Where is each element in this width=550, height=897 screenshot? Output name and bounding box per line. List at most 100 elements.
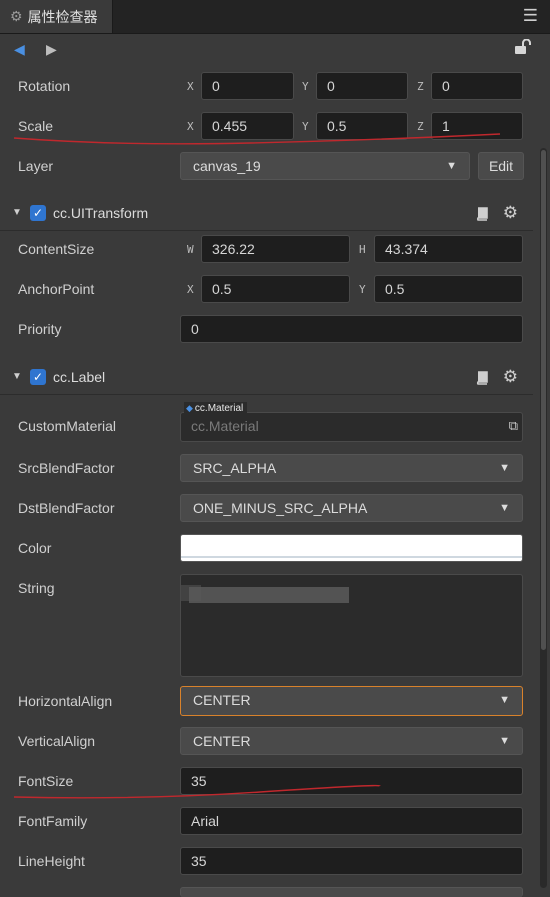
axis-h-label: H bbox=[359, 243, 366, 256]
collapse-triangle-icon[interactable]: ▼ bbox=[12, 207, 22, 218]
anchor-point-label: AnchorPoint bbox=[18, 281, 95, 297]
line-height-input[interactable]: 35 bbox=[180, 847, 523, 875]
line-height-label: LineHeight bbox=[18, 853, 85, 869]
string-textarea[interactable] bbox=[180, 574, 523, 677]
forward-arrow-icon[interactable]: ▶ bbox=[46, 41, 57, 58]
section-title: cc.Label bbox=[53, 369, 106, 385]
custom-material-asset-field[interactable]: cc.Material ⧉ bbox=[180, 412, 523, 442]
layer-row: Layer canvas_19 ▼ Edit bbox=[0, 147, 540, 187]
dst-blend-label: DstBlendFactor bbox=[18, 500, 115, 516]
panel-tab-bar: ⚙ 属性检查器 ☰ bbox=[0, 0, 550, 34]
collapse-triangle-icon[interactable]: ▼ bbox=[12, 371, 22, 382]
help-book-icon[interactable] bbox=[475, 371, 488, 385]
rotation-x-input[interactable]: 0 bbox=[201, 72, 294, 100]
vertical-align-select[interactable]: CENTER ▼ bbox=[180, 727, 523, 755]
axis-z-label: Z bbox=[417, 120, 424, 133]
color-row: Color bbox=[0, 529, 540, 569]
dropdown-arrow-icon: ▼ bbox=[446, 160, 457, 172]
rotation-label: Rotation bbox=[18, 78, 71, 94]
scrollbar-thumb[interactable] bbox=[541, 150, 546, 650]
anchor-point-row: AnchorPoint X 0.5 Y 0.5 bbox=[0, 270, 540, 310]
scale-row: Scale X 0.455 Y 0.5 Z 1 bbox=[0, 107, 540, 147]
string-label: String bbox=[18, 580, 55, 596]
layer-select[interactable]: canvas_19 ▼ bbox=[180, 152, 470, 180]
src-blend-value: SRC_ALPHA bbox=[193, 460, 277, 476]
content-size-h-input[interactable]: 43.374 bbox=[374, 235, 523, 263]
dst-blend-row: DstBlendFactor ONE_MINUS_SRC_ALPHA ▼ bbox=[0, 489, 540, 529]
color-swatch[interactable] bbox=[180, 534, 523, 562]
font-family-input[interactable]: Arial bbox=[180, 807, 523, 835]
history-nav: ◀ ▶ bbox=[0, 34, 550, 64]
vertical-align-label: VerticalAlign bbox=[18, 733, 96, 749]
label-section-header[interactable]: ▼ ✓ cc.Label ⚙ bbox=[0, 362, 533, 395]
horizontal-align-select[interactable]: CENTER ▼ bbox=[180, 686, 523, 716]
layer-label: Layer bbox=[18, 158, 54, 174]
custom-material-label: CustomMaterial bbox=[18, 418, 117, 434]
settings-gear-icon[interactable]: ⚙ bbox=[503, 203, 518, 223]
material-type-label: cc.Material bbox=[194, 403, 244, 414]
asset-type-diamond-icon: ◆ bbox=[186, 403, 193, 413]
panel-title: 属性检查器 bbox=[27, 8, 98, 25]
src-blend-label: SrcBlendFactor bbox=[18, 460, 115, 476]
alpha-bar bbox=[181, 556, 522, 558]
scale-z-input[interactable]: 1 bbox=[431, 112, 523, 140]
help-book-icon[interactable] bbox=[475, 207, 488, 221]
axis-w-label: W bbox=[187, 243, 194, 256]
dropdown-arrow-icon: ▼ bbox=[499, 735, 510, 747]
priority-input[interactable]: 0 bbox=[180, 315, 523, 343]
line-height-row: LineHeight 35 bbox=[0, 842, 540, 882]
settings-gear-icon[interactable]: ⚙ bbox=[503, 367, 518, 387]
enabled-checkbox[interactable]: ✓ bbox=[30, 205, 46, 221]
anchor-x-input[interactable]: 0.5 bbox=[201, 275, 350, 303]
axis-y-label: Y bbox=[302, 80, 309, 93]
rotation-z-input[interactable]: 0 bbox=[431, 72, 523, 100]
axis-x-label: X bbox=[187, 283, 194, 296]
inspector-tab[interactable]: ⚙ 属性检查器 bbox=[0, 0, 113, 33]
layer-value: canvas_19 bbox=[193, 158, 261, 174]
priority-label: Priority bbox=[18, 321, 62, 337]
content-size-label: ContentSize bbox=[18, 241, 95, 257]
redacted-text bbox=[189, 587, 349, 603]
gear-icon: ⚙ bbox=[10, 8, 23, 24]
axis-y-label: Y bbox=[359, 283, 366, 296]
font-size-label: FontSize bbox=[18, 773, 74, 789]
dst-blend-select[interactable]: ONE_MINUS_SRC_ALPHA ▼ bbox=[180, 494, 523, 522]
scale-x-input[interactable]: 0.455 bbox=[201, 112, 294, 140]
asset-locate-icon[interactable]: ⧉ bbox=[509, 413, 518, 439]
next-property-select[interactable] bbox=[180, 887, 523, 897]
color-label: Color bbox=[18, 540, 52, 556]
menu-icon[interactable]: ☰ bbox=[523, 6, 538, 26]
redacted-text bbox=[181, 585, 201, 601]
content-size-w-input[interactable]: 326.22 bbox=[201, 235, 350, 263]
vertical-align-value: CENTER bbox=[193, 733, 251, 749]
rotation-row: Rotation X 0 Y 0 Z 0 bbox=[0, 67, 540, 107]
dropdown-arrow-icon: ▼ bbox=[499, 502, 510, 514]
priority-row: Priority 0 bbox=[0, 310, 540, 350]
horizontal-align-value: CENTER bbox=[193, 692, 251, 708]
material-type-tag: ◆ cc.Material bbox=[184, 402, 248, 415]
src-blend-select[interactable]: SRC_ALPHA ▼ bbox=[180, 454, 523, 482]
horizontal-align-row: HorizontalAlign CENTER ▼ bbox=[0, 682, 540, 722]
dropdown-arrow-icon: ▼ bbox=[499, 462, 510, 474]
scale-y-input[interactable]: 0.5 bbox=[316, 112, 408, 140]
uitransform-section-header[interactable]: ▼ ✓ cc.UITransform ⚙ bbox=[0, 198, 533, 231]
unlock-icon[interactable] bbox=[514, 39, 532, 55]
horizontal-align-label: HorizontalAlign bbox=[18, 693, 113, 709]
font-size-input[interactable]: 35 bbox=[180, 767, 523, 795]
src-blend-row: SrcBlendFactor SRC_ALPHA ▼ bbox=[0, 449, 540, 489]
anchor-y-input[interactable]: 0.5 bbox=[374, 275, 523, 303]
rotation-y-input[interactable]: 0 bbox=[316, 72, 408, 100]
custom-material-placeholder: cc.Material bbox=[191, 418, 259, 434]
scale-label: Scale bbox=[18, 118, 54, 134]
vertical-align-row: VerticalAlign CENTER ▼ bbox=[0, 722, 540, 762]
back-arrow-icon[interactable]: ◀ bbox=[14, 41, 25, 58]
font-family-label: FontFamily bbox=[18, 813, 88, 829]
custom-material-row: CustomMaterial cc.Material ⧉ bbox=[0, 407, 540, 447]
enabled-checkbox[interactable]: ✓ bbox=[30, 369, 46, 385]
axis-x-label: X bbox=[187, 120, 194, 133]
axis-y-label: Y bbox=[302, 120, 309, 133]
axis-x-label: X bbox=[187, 80, 194, 93]
font-size-row: FontSize 35 bbox=[0, 762, 540, 802]
layer-edit-button[interactable]: Edit bbox=[478, 152, 524, 180]
font-family-row: FontFamily Arial bbox=[0, 802, 540, 842]
